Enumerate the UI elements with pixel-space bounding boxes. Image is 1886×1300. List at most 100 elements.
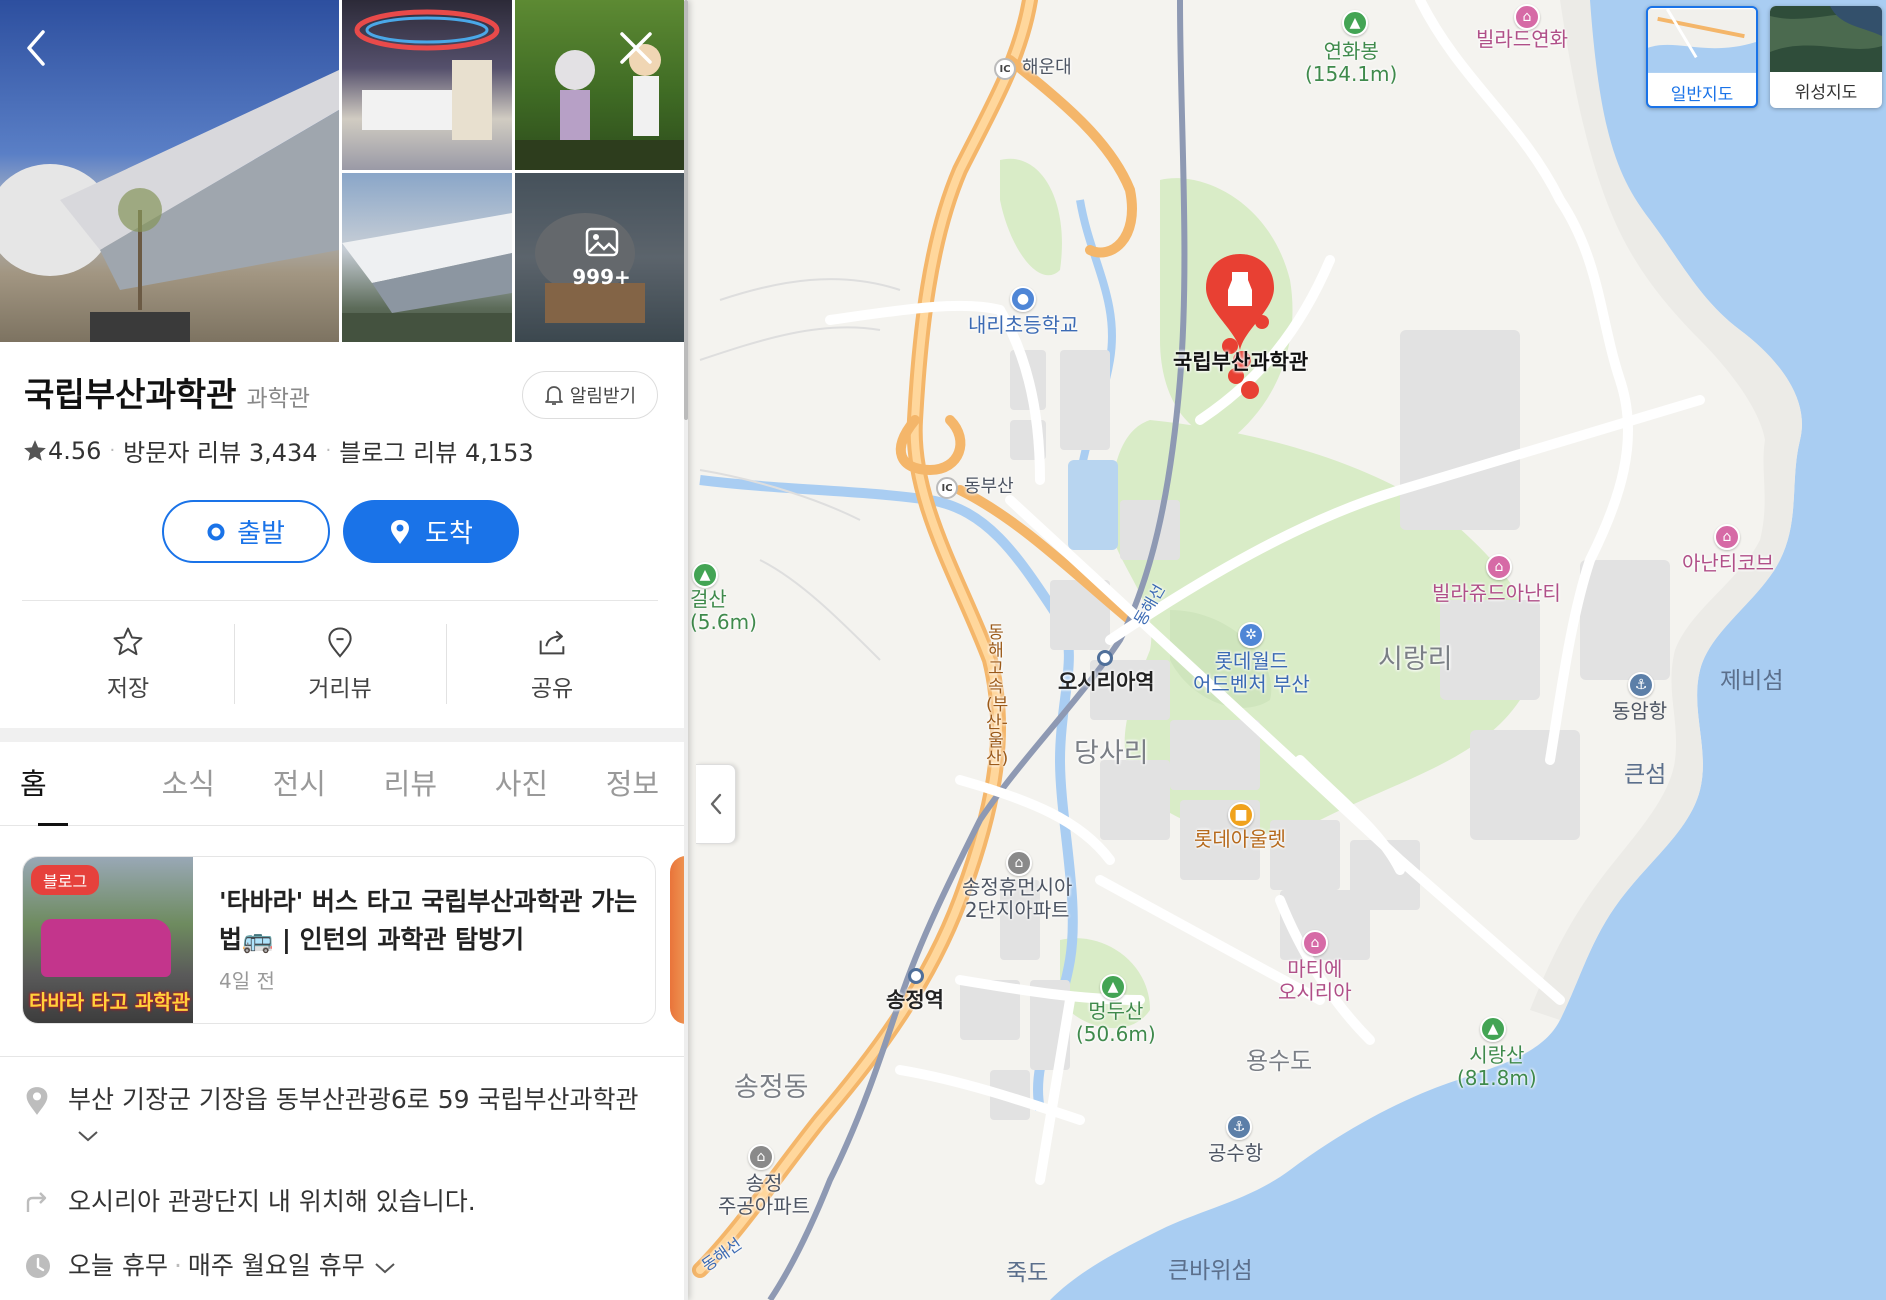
port-icon: ⚓ bbox=[1628, 672, 1654, 698]
quick-actions: 저장 거리뷰 공유 bbox=[22, 614, 658, 714]
route-start-label: 출발 bbox=[237, 519, 285, 549]
exhibit-photo bbox=[354, 9, 500, 140]
place-detail-panel: 999+ 국립부산과학관 과학관 알림받기 4.56 · 방문자 리뷰 3,43… bbox=[0, 0, 688, 1300]
map-label-keunseom: 큰섬 bbox=[1624, 762, 1667, 788]
map-label-naeri-school[interactable]: 내리초등학교 bbox=[968, 314, 1078, 337]
photo-more-count: 999+ bbox=[572, 264, 631, 289]
route-arrive-button[interactable]: 도착 bbox=[343, 500, 519, 563]
share-icon bbox=[539, 630, 565, 655]
address-row[interactable]: 부산 기장군 기장읍 동부산관광6로 59 국립부산과학관 bbox=[24, 1082, 664, 1154]
save-button[interactable]: 저장 bbox=[22, 614, 234, 714]
station-icon bbox=[908, 968, 924, 984]
map-label-ic-dongbusan[interactable]: 동부산 bbox=[964, 476, 1014, 498]
blog-card[interactable]: 블로그 타바라 타고 과학관 '타바라' 버스 타고 국립부산과학관 가는 법🚌… bbox=[22, 856, 656, 1024]
route-start-button[interactable]: 출발 bbox=[162, 500, 330, 563]
blog-thumbnail: 블로그 타바라 타고 과학관 bbox=[23, 857, 193, 1023]
map-label-villa-dreyeonhwa[interactable]: 빌라드연화 bbox=[1476, 28, 1568, 51]
tab-photo[interactable]: 사진 bbox=[466, 742, 577, 826]
photo-thumb-1[interactable] bbox=[342, 0, 512, 170]
map-label-jukdo: 죽도 bbox=[1006, 1260, 1049, 1286]
map-label-sirangsan[interactable]: 시랑산 (81.8m) bbox=[1457, 1044, 1537, 1090]
chevron-left-icon bbox=[710, 793, 721, 815]
mountain-icon: ▲ bbox=[692, 562, 718, 588]
bus-image bbox=[41, 919, 171, 977]
route-arrive-label: 도착 bbox=[425, 519, 473, 549]
place-title-row: 국립부산과학관 과학관 bbox=[24, 368, 310, 416]
map-label-songjeong-station[interactable]: 송정역 bbox=[886, 988, 944, 1012]
place-name: 국립부산과학관 bbox=[24, 375, 237, 414]
tab-review[interactable]: 리뷰 bbox=[355, 742, 466, 826]
blog-title: '타바라' 버스 타고 국립부산과학관 가는 법🚌 | 인턴의 과학관 탐방기 bbox=[219, 887, 638, 954]
map-label-target[interactable]: 국립부산과학관 bbox=[1173, 350, 1308, 374]
save-label: 저장 bbox=[106, 676, 150, 702]
performance-photo bbox=[515, 44, 688, 170]
map-label-anantti-cove[interactable]: 아난티코브 bbox=[1682, 552, 1774, 575]
map-type-satellite-button[interactable]: 위성지도 bbox=[1770, 6, 1882, 108]
selected-place-marker[interactable] bbox=[1200, 250, 1280, 410]
visitor-review-link[interactable]: 방문자 리뷰 3,434 bbox=[123, 433, 317, 468]
close-icon bbox=[620, 32, 652, 64]
chevron-down-icon[interactable] bbox=[76, 1128, 100, 1144]
tab-news[interactable]: 소식 bbox=[133, 742, 244, 826]
hotel-icon: ⌂ bbox=[1714, 524, 1740, 550]
direction-row: 오시리아 관광단지 내 위치해 있습니다. bbox=[24, 1184, 476, 1224]
photo-thumb-3[interactable] bbox=[342, 173, 512, 342]
star-icon bbox=[113, 627, 143, 656]
streetview-label: 거리뷰 bbox=[308, 676, 372, 702]
blog-review-link[interactable]: 블로그 리뷰 4,153 bbox=[339, 433, 533, 468]
map-label-villa-anantti[interactable]: 빌라쥬드아난티 bbox=[1432, 582, 1561, 605]
direction-text: 오시리아 관광단지 내 위치해 있습니다. bbox=[68, 1187, 476, 1216]
address-text: 부산 기장군 기장읍 동부산관광6로 59 국립부산과학관 bbox=[68, 1082, 648, 1154]
panel-scrollbar[interactable] bbox=[684, 0, 688, 1300]
map-label-osiria-station[interactable]: 오시리아역 bbox=[1058, 670, 1155, 694]
chevron-left-icon bbox=[27, 30, 45, 66]
chevron-down-icon[interactable] bbox=[373, 1260, 397, 1276]
ferris-wheel-icon: ✲ bbox=[1238, 622, 1264, 648]
school-icon: ● bbox=[1010, 286, 1036, 312]
photo-thumb-2[interactable] bbox=[515, 0, 688, 170]
map-type-normal-button[interactable]: 일반지도 bbox=[1646, 6, 1758, 108]
origin-dot-icon bbox=[207, 523, 225, 540]
star-filled-icon bbox=[24, 439, 46, 461]
rating-score: 4.56 bbox=[48, 436, 102, 465]
map-label-yeonhwabong[interactable]: 연화봉 (154.1m) bbox=[1305, 40, 1397, 86]
map-label-songjeong-jugong[interactable]: 송정 주공아파트 bbox=[718, 1172, 810, 1218]
hotel-icon: ⌂ bbox=[1486, 554, 1512, 580]
map-label-geolsan[interactable]: 걸산 (5.6m) bbox=[690, 588, 757, 634]
map-label-meongdusan[interactable]: 멍두산 (50.6m) bbox=[1076, 1000, 1156, 1046]
map-label-matie-osiria[interactable]: 마티에 오시리아 bbox=[1278, 958, 1352, 1004]
map-label-ic-haeundae[interactable]: 해운대 bbox=[1022, 57, 1072, 79]
photo-thumb-more[interactable]: 999+ bbox=[515, 173, 688, 342]
tab-home[interactable]: 홈 bbox=[20, 742, 84, 826]
map-label-yongsudo: 용수도 bbox=[1246, 1047, 1313, 1075]
alarm-label: 알림받기 bbox=[569, 386, 637, 407]
divider bbox=[22, 600, 658, 601]
panel-scroll-thumb[interactable] bbox=[684, 0, 688, 420]
mountain-icon: ▲ bbox=[1480, 1016, 1506, 1042]
separator-dot: · bbox=[173, 1251, 182, 1280]
mountain-icon: ▲ bbox=[1100, 974, 1126, 1000]
building-photo bbox=[342, 213, 512, 342]
separator-dot: · bbox=[325, 440, 332, 461]
map-label-songjeongdong: 송정동 bbox=[734, 1072, 809, 1103]
back-button[interactable] bbox=[14, 26, 58, 70]
place-category: 과학관 bbox=[246, 386, 311, 412]
separator-dot: · bbox=[109, 440, 116, 461]
map-label-songjeong-apt[interactable]: 송정휴먼시아 2단지아파트 bbox=[962, 876, 1072, 922]
blog-badge: 블로그 bbox=[31, 865, 100, 895]
photo-more-overlay[interactable]: 999+ bbox=[515, 173, 688, 342]
map-label-dongamhang[interactable]: 동암항 bbox=[1612, 700, 1667, 723]
hours-row[interactable]: 오늘 휴무 · 매주 월요일 휴무 bbox=[24, 1248, 397, 1290]
map-label-lotteworld[interactable]: 롯데월드 어드벤처 부산 bbox=[1193, 650, 1310, 696]
map-label-gongsuhang[interactable]: 공수항 bbox=[1208, 1142, 1263, 1165]
share-button[interactable]: 공유 bbox=[446, 614, 658, 714]
close-button[interactable] bbox=[614, 26, 658, 70]
streetview-button[interactable]: 거리뷰 bbox=[234, 614, 446, 714]
tab-exhibition[interactable]: 전시 bbox=[244, 742, 355, 826]
rating-row: 4.56 · 방문자 리뷰 3,434 · 블로그 리뷰 4,153 bbox=[22, 433, 534, 468]
map-label-lotte-outlet[interactable]: 롯데아울렛 bbox=[1194, 828, 1286, 851]
port-icon: ⚓ bbox=[1226, 1114, 1252, 1140]
tab-info[interactable]: 정보 bbox=[577, 742, 688, 826]
alarm-button[interactable]: 알림받기 bbox=[522, 371, 658, 419]
panel-collapse-button[interactable] bbox=[696, 764, 736, 844]
